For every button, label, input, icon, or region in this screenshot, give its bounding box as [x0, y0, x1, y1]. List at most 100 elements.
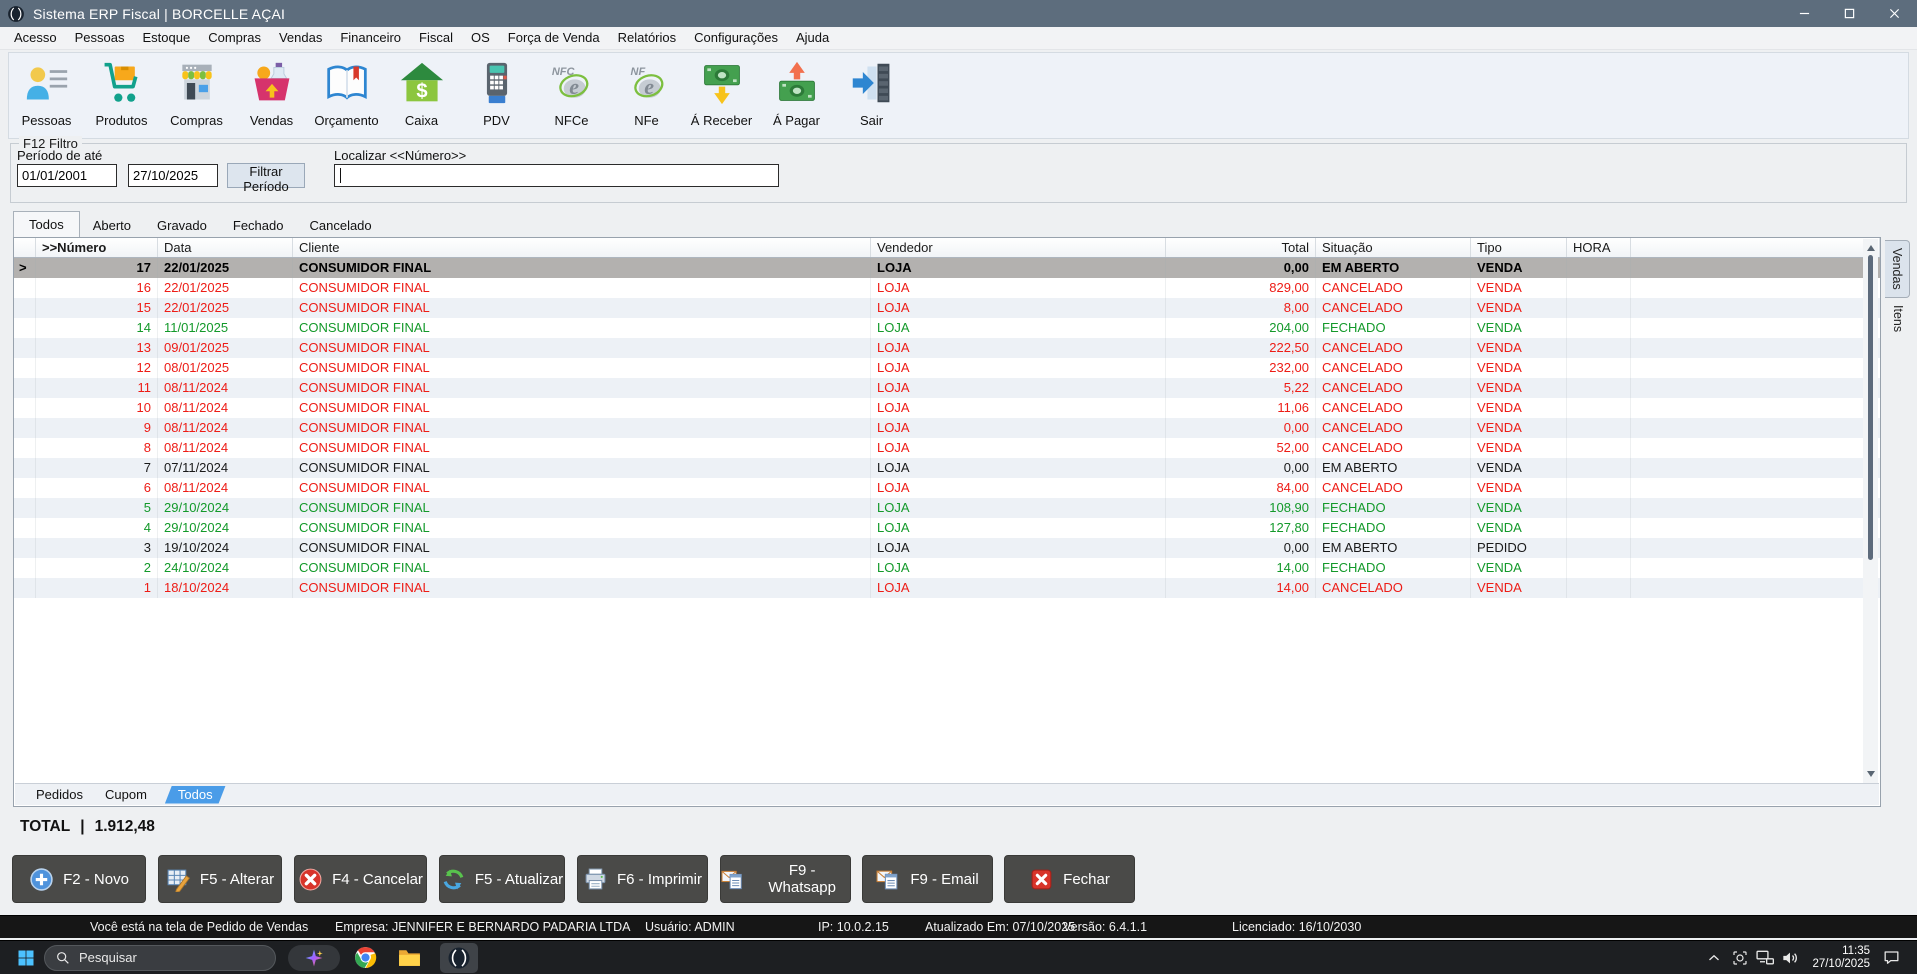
toolbar-button[interactable]: Compras	[159, 59, 234, 138]
menu-item[interactable]: Pessoas	[66, 27, 134, 49]
side-tab[interactable]: Vendas	[1885, 240, 1910, 298]
action-button[interactable]: F4 - Cancelar	[294, 855, 427, 903]
table-row[interactable]: 15 22/01/2025 CONSUMIDOR FINAL LOJA 8,00…	[14, 298, 1880, 318]
tray-volume-button[interactable]	[1779, 948, 1801, 968]
table-row[interactable]: 3 19/10/2024 CONSUMIDOR FINAL LOJA 0,00 …	[14, 538, 1880, 558]
tray-network-button[interactable]	[1754, 948, 1776, 968]
toolbar-button[interactable]: Á Pagar	[759, 59, 834, 138]
grid-header-hora[interactable]: HORA	[1567, 238, 1631, 257]
status-filter-tab[interactable]: Cancelado	[296, 214, 384, 237]
taskbar-search[interactable]: Pesquisar	[44, 945, 276, 971]
table-row[interactable]: 12 08/01/2025 CONSUMIDOR FINAL LOJA 232,…	[14, 358, 1880, 378]
date-from-input[interactable]	[17, 164, 117, 187]
text-caret	[340, 168, 341, 183]
table-row[interactable]: 2 24/10/2024 CONSUMIDOR FINAL LOJA 14,00…	[14, 558, 1880, 578]
tray-capture-button[interactable]	[1730, 948, 1750, 968]
table-row[interactable]: 16 22/01/2025 CONSUMIDOR FINAL LOJA 829,…	[14, 278, 1880, 298]
table-row[interactable]: 17 22/01/2025 CONSUMIDOR FINAL LOJA 0,00…	[14, 258, 1880, 278]
scroll-down-arrow-icon[interactable]	[1863, 767, 1878, 781]
start-button[interactable]	[14, 946, 38, 970]
table-row[interactable]: 7 07/11/2024 CONSUMIDOR FINAL LOJA 0,00 …	[14, 458, 1880, 478]
cell-total: 52,00	[1166, 438, 1316, 458]
table-row[interactable]: 5 29/10/2024 CONSUMIDOR FINAL LOJA 108,9…	[14, 498, 1880, 518]
action-button[interactable]: F5 - Alterar	[158, 855, 282, 903]
grid-header-data[interactable]: Data	[158, 238, 293, 257]
erp-app-taskbar-icon[interactable]	[440, 943, 478, 973]
menu-item[interactable]: OS	[462, 27, 499, 49]
close-button[interactable]	[1872, 0, 1917, 27]
toolbar-button[interactable]: Produtos	[84, 59, 159, 138]
row-gutter	[14, 418, 36, 438]
toolbar-button[interactable]: Sair	[834, 59, 909, 138]
toolbar-button[interactable]: Pessoas	[9, 59, 84, 138]
toolbar-button[interactable]: Orçamento	[309, 59, 384, 138]
notification-center-button[interactable]	[1880, 947, 1902, 969]
tray-overflow-button[interactable]	[1704, 948, 1724, 968]
cell-total: 8,00	[1166, 298, 1316, 318]
cell-total: 14,00	[1166, 558, 1316, 578]
minimize-button[interactable]	[1782, 0, 1827, 27]
table-row[interactable]: 14 11/01/2025 CONSUMIDOR FINAL LOJA 204,…	[14, 318, 1880, 338]
file-explorer-taskbar-icon[interactable]	[396, 945, 422, 971]
menu-item[interactable]: Ajuda	[787, 27, 838, 49]
toolbar-button[interactable]: NFCe	[534, 59, 609, 138]
menu-item[interactable]: Vendas	[270, 27, 331, 49]
toolbar-button[interactable]: Caixa	[384, 59, 459, 138]
toolbar-button[interactable]: Á Receber	[684, 59, 759, 138]
menu-item[interactable]: Relatórios	[609, 27, 686, 49]
grid-header-total[interactable]: Total	[1166, 238, 1316, 257]
browser-taskbar-icon[interactable]	[352, 945, 378, 971]
taskbar-clock[interactable]: 11:35 27/10/2025	[1800, 943, 1870, 973]
cell-situacao: CANCELADO	[1316, 298, 1471, 318]
table-row[interactable]: 6 08/11/2024 CONSUMIDOR FINAL LOJA 84,00…	[14, 478, 1880, 498]
menu-item[interactable]: Estoque	[134, 27, 200, 49]
vertical-scrollbar[interactable]	[1863, 239, 1878, 783]
table-row[interactable]: 8 08/11/2024 CONSUMIDOR FINAL LOJA 52,00…	[14, 438, 1880, 458]
grid-header-cliente[interactable]: Cliente	[293, 238, 871, 257]
maximize-button[interactable]	[1827, 0, 1872, 27]
action-button[interactable]: F6 - Imprimir	[577, 855, 708, 903]
action-button[interactable]: F2 - Novo	[12, 855, 146, 903]
toolbar-button[interactable]: NFe	[609, 59, 684, 138]
table-row[interactable]: 1 18/10/2024 CONSUMIDOR FINAL LOJA 14,00…	[14, 578, 1880, 598]
menu-item[interactable]: Força de Venda	[499, 27, 609, 49]
scroll-up-arrow-icon[interactable]	[1863, 241, 1878, 255]
bottom-tab[interactable]: Todos	[165, 786, 226, 804]
menu-item[interactable]: Compras	[199, 27, 270, 49]
person-icon	[25, 61, 69, 105]
cell-vendedor: LOJA	[871, 278, 1166, 298]
grid-header-numero[interactable]: >>Número	[36, 238, 158, 257]
grid-header-situacao[interactable]: Situação	[1316, 238, 1471, 257]
search-number-input[interactable]	[334, 164, 779, 187]
grid-header-tipo[interactable]: Tipo	[1471, 238, 1567, 257]
scrollbar-thumb[interactable]	[1868, 255, 1873, 560]
table-row[interactable]: 9 08/11/2024 CONSUMIDOR FINAL LOJA 0,00 …	[14, 418, 1880, 438]
action-button[interactable]: F5 - Atualizar	[439, 855, 565, 903]
bottom-tab[interactable]: Pedidos	[36, 787, 83, 802]
status-filter-tab[interactable]: Gravado	[144, 214, 220, 237]
toolbar-button[interactable]: Vendas	[234, 59, 309, 138]
status-filter-tab[interactable]: Aberto	[80, 214, 144, 237]
date-to-input[interactable]	[128, 164, 218, 187]
action-button[interactable]: Fechar	[1004, 855, 1135, 903]
menu-item[interactable]: Fiscal	[410, 27, 462, 49]
bottom-tab[interactable]: Cupom	[105, 787, 147, 802]
toolbar-button[interactable]: PDV	[459, 59, 534, 138]
table-row[interactable]: 4 29/10/2024 CONSUMIDOR FINAL LOJA 127,8…	[14, 518, 1880, 538]
table-row[interactable]: 11 08/11/2024 CONSUMIDOR FINAL LOJA 5,22…	[14, 378, 1880, 398]
action-button[interactable]: F9 - Whatsapp	[720, 855, 851, 903]
menu-item[interactable]: Financeiro	[331, 27, 410, 49]
menu-item[interactable]: Configurações	[685, 27, 787, 49]
side-tab[interactable]: Itens	[1885, 298, 1910, 339]
cell-numero: 8	[36, 438, 158, 458]
status-filter-tab[interactable]: Fechado	[220, 214, 297, 237]
menu-item[interactable]: Acesso	[5, 27, 66, 49]
cell-cliente: CONSUMIDOR FINAL	[293, 438, 871, 458]
copilot-button[interactable]	[288, 945, 340, 971]
action-button[interactable]: F9 - Email	[862, 855, 993, 903]
table-row[interactable]: 13 09/01/2025 CONSUMIDOR FINAL LOJA 222,…	[14, 338, 1880, 358]
status-filter-tab[interactable]: Todos	[13, 211, 80, 237]
filter-period-button[interactable]: Filtrar Período	[227, 163, 305, 188]
table-row[interactable]: 10 08/11/2024 CONSUMIDOR FINAL LOJA 11,0…	[14, 398, 1880, 418]
grid-header-vendedor[interactable]: Vendedor	[871, 238, 1166, 257]
